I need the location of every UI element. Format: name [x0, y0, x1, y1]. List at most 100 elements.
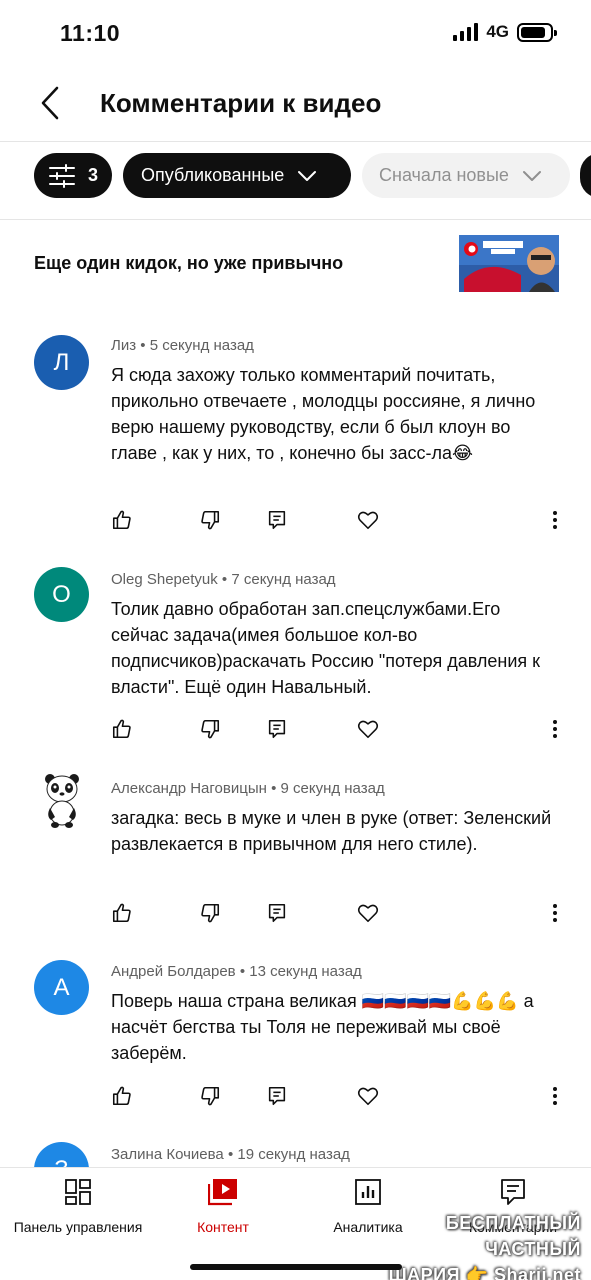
- avatar[interactable]: O: [34, 567, 89, 622]
- more-options-button[interactable]: [540, 714, 570, 744]
- sort-filter-label: Сначала новые: [379, 165, 509, 185]
- more-vert-icon: [553, 720, 557, 738]
- dislike-button[interactable]: [195, 898, 225, 928]
- nav-item-content[interactable]: Контент: [168, 1168, 278, 1248]
- avatar[interactable]: [34, 772, 89, 828]
- heart-button[interactable]: [353, 505, 383, 535]
- avatar[interactable]: З: [34, 1142, 89, 1167]
- comment-item: O Oleg Shepetyuk • 7 секунд назад Толик …: [0, 550, 591, 755]
- comment-time: 9 секунд назад: [280, 780, 385, 797]
- chevron-down-icon: [298, 170, 317, 181]
- comment-item: А Андрей Болдарев • 13 секунд назад Пове…: [0, 945, 591, 1125]
- comment-author[interactable]: Залина Кочиева: [111, 1146, 224, 1163]
- comment-meta: Лиз • 5 секунд назад: [111, 337, 254, 354]
- comment-meta: Андрей Болдарев • 13 секунд назад: [111, 963, 362, 980]
- like-button[interactable]: [107, 714, 137, 744]
- video-title: Еще один кидок, но уже привычно: [34, 253, 344, 273]
- like-button[interactable]: [107, 1081, 137, 1111]
- filter-count: 3: [88, 165, 99, 185]
- battery-icon: [517, 22, 557, 42]
- more-vert-icon: [553, 1087, 557, 1105]
- thumbs-up-icon: [112, 510, 131, 530]
- more-filter-chip[interactable]: [580, 153, 591, 198]
- heart-button[interactable]: [353, 898, 383, 928]
- reply-button[interactable]: [262, 505, 292, 535]
- comment-text: Я сюда захожу только комментарий почитат…: [111, 365, 536, 463]
- comment-author[interactable]: Oleg Shepetyuk: [111, 571, 218, 588]
- more-options-button[interactable]: [540, 1081, 570, 1111]
- comment-text: загадка: весь в муке и член в руке (отве…: [111, 808, 552, 854]
- comments-icon: [499, 1177, 527, 1207]
- avatar[interactable]: Л: [34, 335, 89, 390]
- analytics-icon: [354, 1177, 382, 1207]
- reply-button[interactable]: [262, 1081, 292, 1111]
- filter-bar: 3 Опубликованные Сначала новые: [0, 142, 591, 220]
- comment-item: З Залина Кочиева • 19 секунд назад: [0, 1130, 591, 1167]
- avatar-initial: А: [53, 973, 70, 1001]
- like-button[interactable]: [107, 505, 137, 535]
- thumbs-down-icon: [201, 1086, 220, 1106]
- comment-time: 13 секунд назад: [249, 963, 362, 980]
- comment-meta: Oleg Shepetyuk • 7 секунд назад: [111, 571, 336, 588]
- comment-meta: Александр Наговицын • 9 секунд назад: [111, 780, 385, 797]
- comment-author[interactable]: Александр Наговицын: [111, 780, 267, 797]
- more-options-button[interactable]: [540, 898, 570, 928]
- thumbs-down-icon: [201, 719, 220, 739]
- chevron-down-icon: [522, 170, 541, 181]
- more-vert-icon: [553, 904, 557, 922]
- reply-button[interactable]: [262, 898, 292, 928]
- more-options-button[interactable]: [540, 505, 570, 535]
- comment-time: 19 секунд назад: [237, 1146, 350, 1163]
- comment-time: 5 секунд назад: [149, 337, 254, 354]
- heart-button[interactable]: [353, 1081, 383, 1111]
- status-time: 11:10: [60, 20, 121, 46]
- published-filter-label: Опубликованные: [141, 165, 285, 185]
- network-type: 4G: [486, 22, 509, 41]
- comment-meta: Залина Кочиева • 19 секунд назад: [111, 1146, 350, 1163]
- page-title: Комментарии к видео: [100, 88, 382, 118]
- comment-item: Александр Наговицын • 9 секунд назад заг…: [0, 760, 591, 940]
- meta-separator: •: [227, 1146, 238, 1163]
- meta-separator: •: [140, 337, 150, 354]
- thumbs-up-icon: [112, 1086, 131, 1106]
- filter-settings-chip[interactable]: 3: [34, 153, 112, 198]
- signal-icon: [453, 23, 479, 41]
- sort-filter-chip[interactable]: Сначала новые: [362, 153, 570, 198]
- dislike-button[interactable]: [195, 505, 225, 535]
- back-button[interactable]: [30, 80, 70, 126]
- dislike-button[interactable]: [195, 714, 225, 744]
- meta-separator: •: [221, 571, 232, 588]
- heart-icon: [357, 1087, 379, 1106]
- heart-icon: [357, 511, 379, 530]
- watermark-line-1: БЕСПЛАТНЫЙ ЧАСТНЫЙ: [445, 1213, 581, 1259]
- more-vert-icon: [553, 511, 557, 529]
- status-indicators: 4G: [453, 22, 557, 42]
- chevron-left-icon: [41, 86, 59, 120]
- avatar-initial: Л: [53, 348, 70, 376]
- thumbs-down-icon: [201, 510, 220, 530]
- avatar[interactable]: А: [34, 960, 89, 1015]
- comment-item: Л Лиз • 5 секунд назад Я сюда захожу тол…: [0, 320, 591, 545]
- heart-button[interactable]: [353, 714, 383, 744]
- thumbs-down-icon: [201, 903, 220, 923]
- published-filter-chip[interactable]: Опубликованные: [123, 153, 351, 198]
- reply-button[interactable]: [262, 714, 292, 744]
- reply-icon: [268, 510, 286, 530]
- thumbs-up-icon: [112, 719, 131, 739]
- dislike-button[interactable]: [195, 1081, 225, 1111]
- thumbs-up-icon: [112, 903, 131, 923]
- heart-icon: [357, 904, 379, 923]
- comment-author[interactable]: Андрей Болдарев: [111, 963, 236, 980]
- heart-icon: [357, 720, 379, 739]
- status-bar: 11:10 4G: [0, 0, 591, 68]
- reply-icon: [268, 903, 286, 923]
- reply-icon: [268, 719, 286, 739]
- like-button[interactable]: [107, 898, 137, 928]
- comment-actions: [0, 1081, 591, 1111]
- video-thumbnail[interactable]: [459, 235, 559, 292]
- comment-author[interactable]: Лиз: [111, 337, 136, 354]
- meta-separator: •: [239, 963, 250, 980]
- nav-item-dashboard[interactable]: Панель управления: [0, 1168, 156, 1248]
- video-row[interactable]: Еще один кидок, но уже привычно: [0, 220, 591, 315]
- avatar-initial: O: [52, 580, 71, 608]
